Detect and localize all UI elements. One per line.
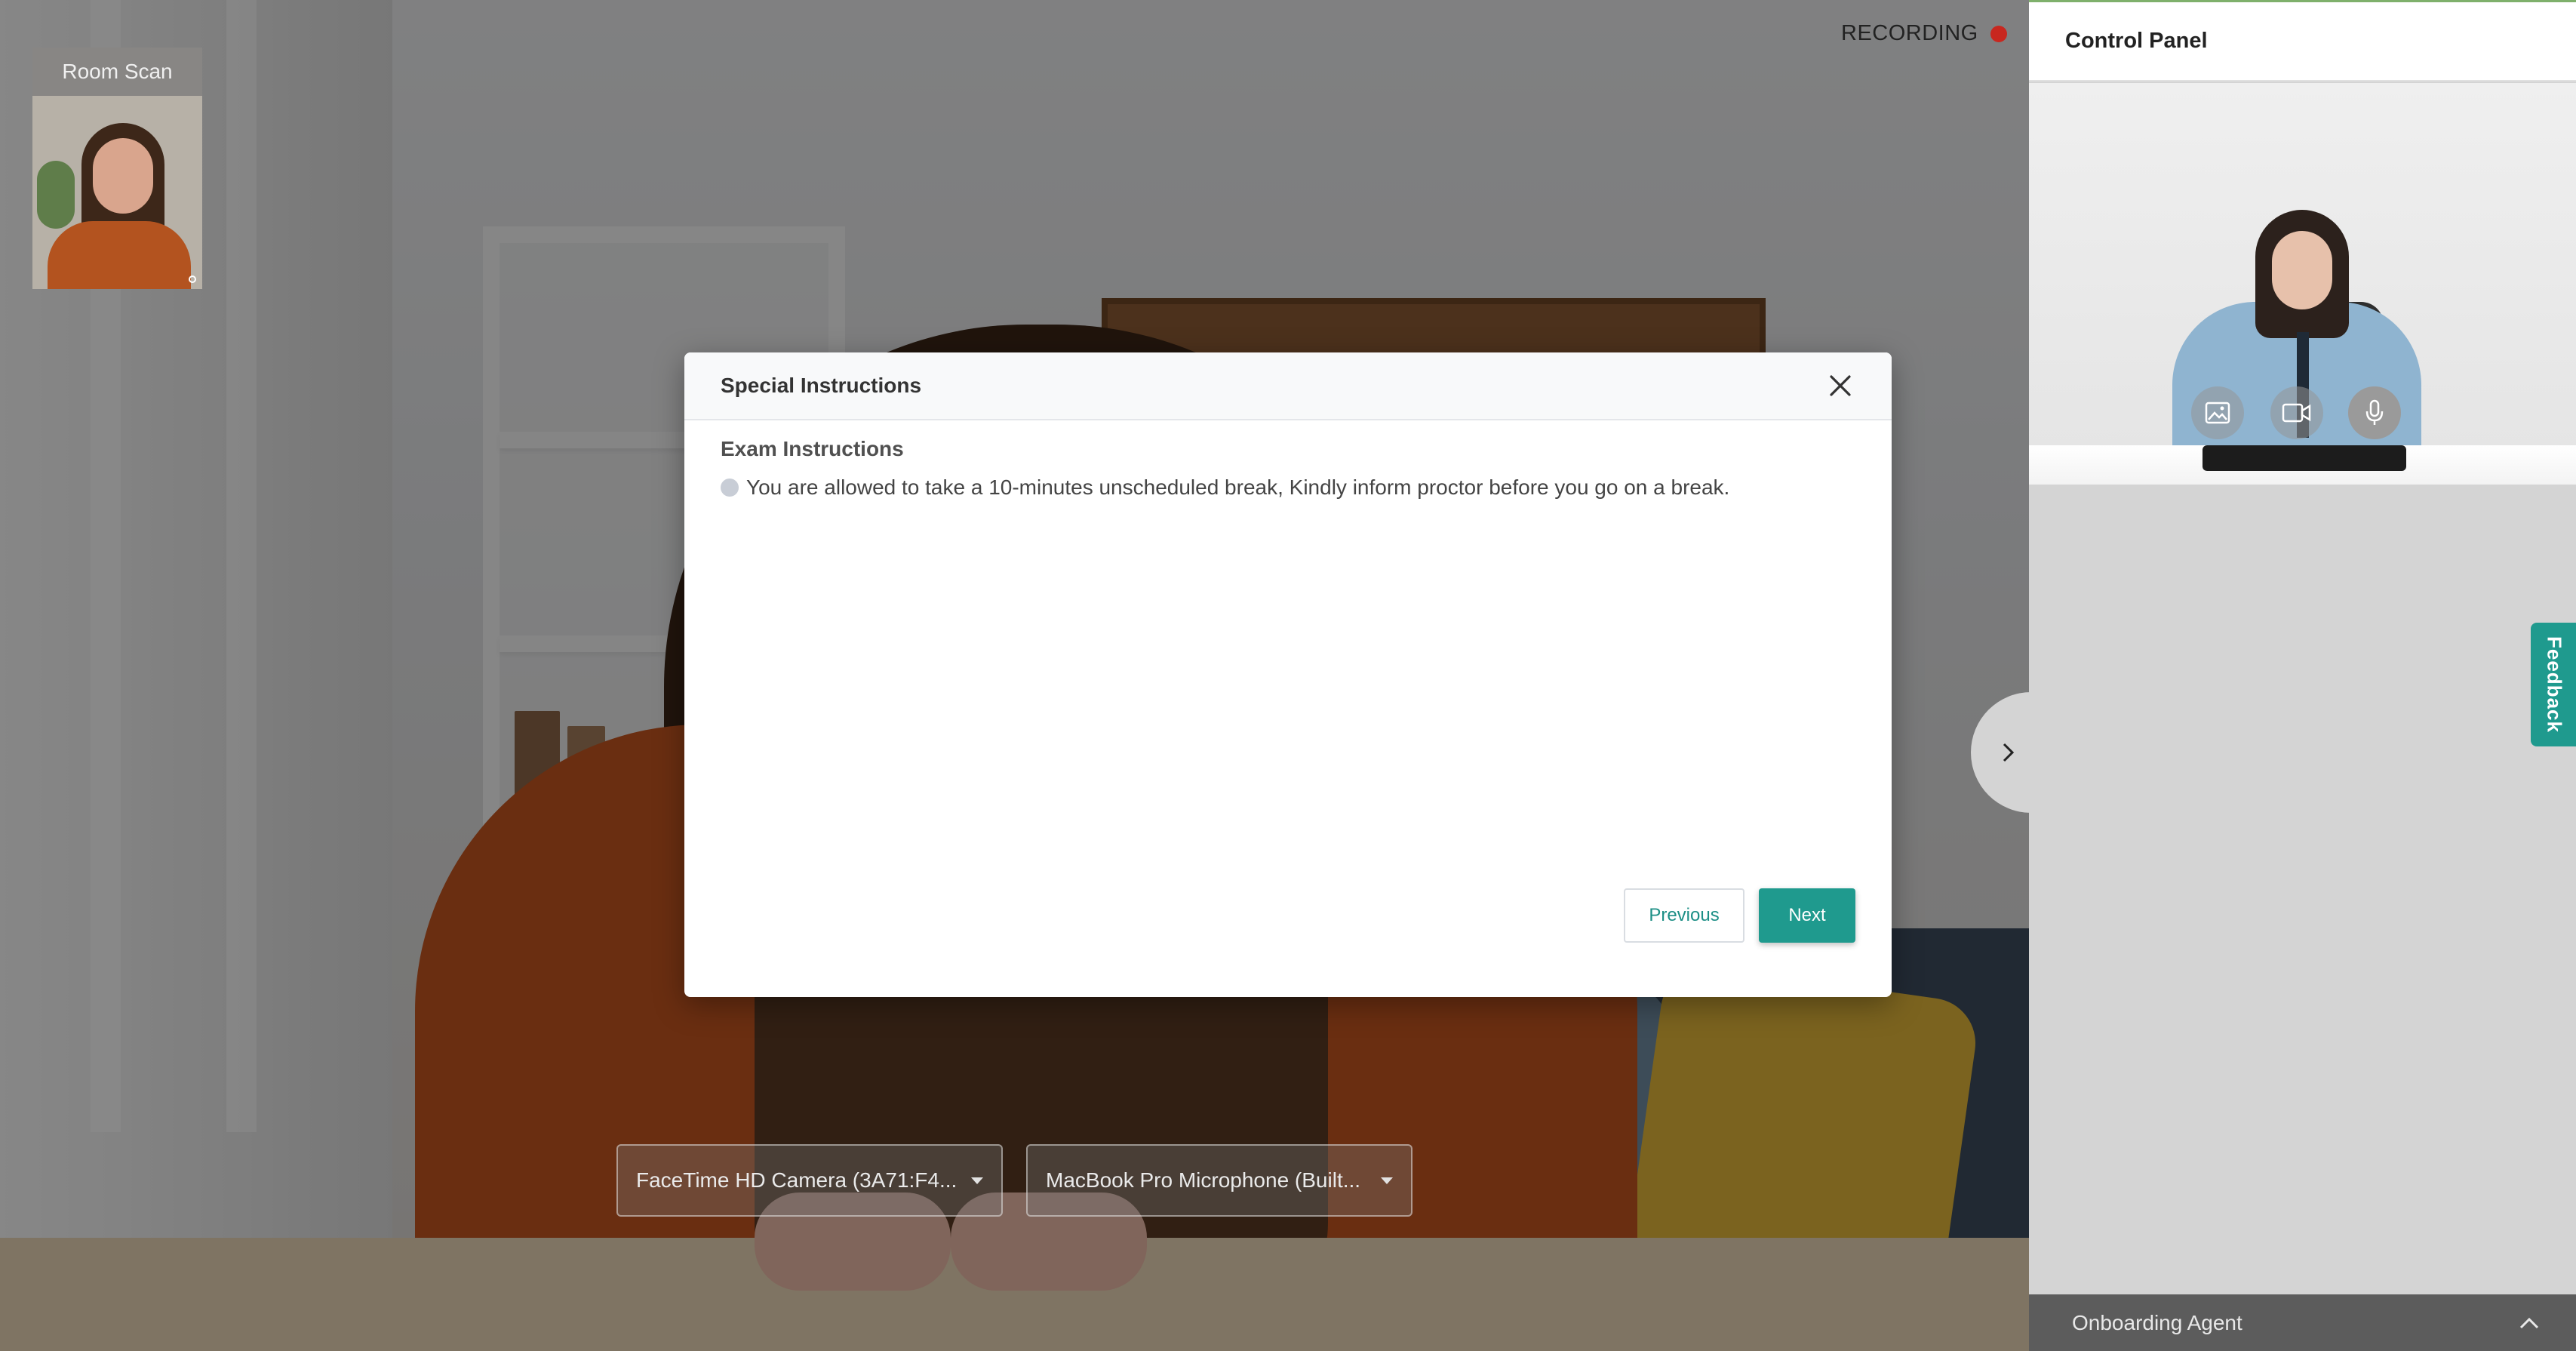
instruction-text: You are allowed to take a 10-minutes uns… xyxy=(746,475,1730,499)
video-button[interactable] xyxy=(2270,386,2323,439)
caret-down-icon xyxy=(1381,1177,1393,1184)
feedback-tab[interactable]: Feedback xyxy=(2531,623,2576,746)
special-instructions-modal: Special Instructions Exam Instructions Y… xyxy=(684,352,1892,997)
caret-down-icon xyxy=(971,1177,983,1184)
microphone-select[interactable]: MacBook Pro Microphone (Built... xyxy=(1026,1144,1412,1217)
thumb-plant xyxy=(37,161,75,229)
thumb-face xyxy=(93,138,153,214)
recording-label: RECORDING xyxy=(1841,21,1978,45)
control-panel-title: Control Panel xyxy=(2029,0,2576,82)
room-scan-thumbnail[interactable]: Room Scan xyxy=(32,48,202,289)
chevron-right-icon xyxy=(2003,743,2015,762)
close-icon xyxy=(1830,375,1851,396)
modal-header: Special Instructions xyxy=(684,352,1892,420)
chevron-up-icon[interactable] xyxy=(2519,1316,2540,1330)
microphone-select-value: MacBook Pro Microphone (Built... xyxy=(1046,1168,1361,1192)
control-panel: Control Panel xyxy=(2029,0,2576,1351)
onboarding-label: Onboarding Agent xyxy=(2072,1310,2242,1334)
recording-indicator: RECORDING xyxy=(1841,21,2007,46)
close-button[interactable] xyxy=(1825,371,1855,401)
room-scan-label: Room Scan xyxy=(32,48,202,96)
list-item: You are allowed to take a 10-minutes uns… xyxy=(721,475,1729,500)
screenshot-button[interactable] xyxy=(2191,386,2244,439)
video-camera-icon xyxy=(2282,403,2311,423)
expand-icon[interactable] xyxy=(189,275,196,283)
feedback-label: Feedback xyxy=(2543,636,2566,733)
onboarding-agent-bar[interactable]: Onboarding Agent xyxy=(2029,1294,2576,1351)
modal-title: Special Instructions xyxy=(721,374,922,397)
agent-keyboard xyxy=(2203,445,2406,471)
image-icon xyxy=(2205,402,2230,424)
next-button[interactable]: Next xyxy=(1759,888,1855,943)
camera-select-value: FaceTime HD Camera (3A71:F4... xyxy=(636,1168,958,1192)
recording-dot-icon xyxy=(1990,25,2007,42)
microphone-icon xyxy=(2365,399,2384,425)
section-title: Exam Instructions xyxy=(721,437,904,460)
camera-select[interactable]: FaceTime HD Camera (3A71:F4... xyxy=(616,1144,1003,1217)
thumb-body xyxy=(48,221,191,289)
bullet-icon xyxy=(721,479,739,497)
microphone-button[interactable] xyxy=(2348,386,2401,439)
previous-button[interactable]: Previous xyxy=(1624,888,1744,943)
agent-face xyxy=(2272,231,2332,309)
